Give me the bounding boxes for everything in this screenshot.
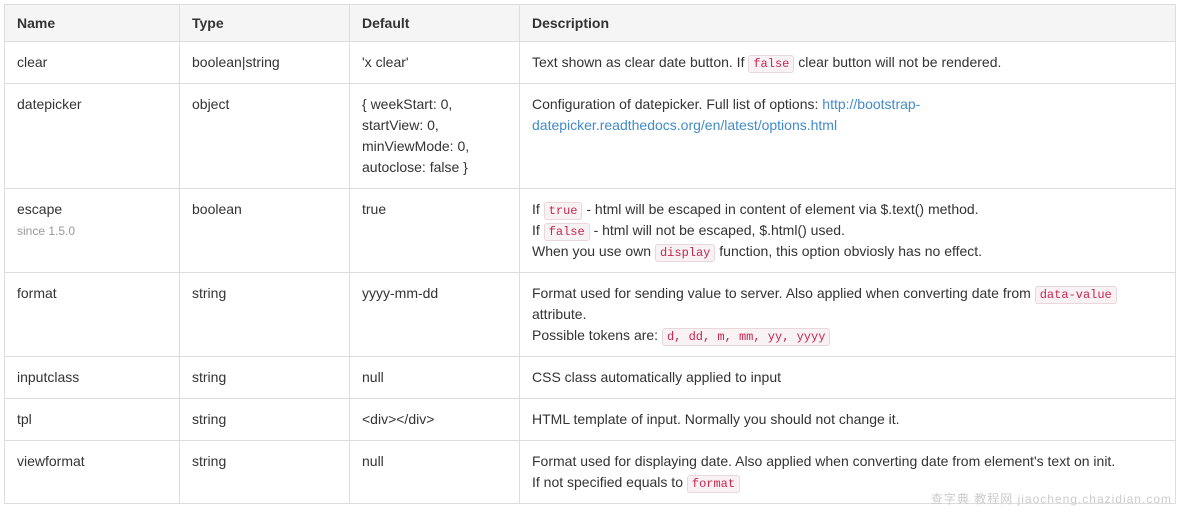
desc-text: function, this option obviosly has no ef… [715, 243, 982, 259]
col-header-name: Name [5, 5, 180, 42]
cell-type: object [180, 84, 350, 189]
option-name: clear [17, 54, 47, 70]
inline-code: false [748, 55, 794, 73]
inline-code: d, dd, m, mm, yy, yyyy [662, 328, 830, 346]
option-name: format [17, 285, 57, 301]
desc-text: Configuration of datepicker. Full list o… [532, 96, 822, 112]
desc-text: Format used for displaying date. Also ap… [532, 453, 1115, 469]
option-name: viewformat [17, 453, 85, 469]
desc-text: Format used for sending value to server.… [532, 285, 1035, 301]
desc-text: HTML template of input. Normally you sho… [532, 411, 900, 427]
cell-default: null [350, 357, 520, 399]
cell-description: Text shown as clear date button. If fals… [520, 42, 1176, 84]
option-name: inputclass [17, 369, 79, 385]
option-name: datepicker [17, 96, 82, 112]
option-name: escape [17, 201, 62, 217]
cell-name: escape since 1.5.0 [5, 189, 180, 273]
cell-type: string [180, 441, 350, 504]
cell-description: Format used for sending value to server.… [520, 273, 1176, 357]
desc-text: attribute. [532, 306, 586, 322]
inline-code: true [544, 202, 583, 220]
table-row: datepicker object{ weekStart: 0, startVie… [5, 84, 1176, 189]
table-row: inputclass stringnull CSS class automatica… [5, 357, 1176, 399]
cell-default: <div></div> [350, 399, 520, 441]
cell-name: format [5, 273, 180, 357]
cell-description: Format used for displaying date. Also ap… [520, 441, 1176, 504]
col-header-default: Default [350, 5, 520, 42]
table-row: escapesince 1.5.0booleantrueIf true - ht… [5, 189, 1176, 273]
cell-name: clear [5, 42, 180, 84]
table-header-row: Name Type Default Description [5, 5, 1176, 42]
desc-text: When you use own [532, 243, 655, 259]
cell-description: If true - html will be escaped in conten… [520, 189, 1176, 273]
cell-name: inputclass [5, 357, 180, 399]
desc-text: - html will not be escaped, $.html() use… [590, 222, 845, 238]
col-header-type: Type [180, 5, 350, 42]
cell-name: viewformat [5, 441, 180, 504]
inline-code: false [544, 223, 590, 241]
cell-default: null [350, 441, 520, 504]
table-row: viewformat stringnull Format used for disp… [5, 441, 1176, 504]
inline-code: format [687, 475, 740, 493]
cell-default: { weekStart: 0, startView: 0, minViewMod… [350, 84, 520, 189]
desc-text: Possible tokens are: [532, 327, 662, 343]
cell-type: boolean|string [180, 42, 350, 84]
option-name: tpl [17, 411, 32, 427]
cell-default: yyyy-mm-dd [350, 273, 520, 357]
cell-default: true [350, 189, 520, 273]
since-label: since 1.5.0 [17, 222, 167, 240]
cell-type: string [180, 273, 350, 357]
inline-code: display [655, 244, 715, 262]
table-row: clearboolean|string'x clear'Text shown a… [5, 42, 1176, 84]
cell-name: tpl [5, 399, 180, 441]
cell-description: CSS class automatically applied to input [520, 357, 1176, 399]
cell-type: string [180, 357, 350, 399]
desc-text: clear button will not be rendered. [794, 54, 1001, 70]
desc-text: If [532, 201, 544, 217]
cell-type: boolean [180, 189, 350, 273]
cell-default: 'x clear' [350, 42, 520, 84]
cell-name: datepicker [5, 84, 180, 189]
options-table: Name Type Default Description clear boole… [4, 4, 1176, 504]
desc-text: Text shown as clear date button. If [532, 54, 748, 70]
desc-text: If not specified equals to [532, 474, 687, 490]
table-row: tpl string<div></div> HTML template of inp… [5, 399, 1176, 441]
col-header-description: Description [520, 5, 1176, 42]
cell-type: string [180, 399, 350, 441]
cell-description: Configuration of datepicker. Full list o… [520, 84, 1176, 189]
table-row: format stringyyyy-mm-dd Format used for se… [5, 273, 1176, 357]
cell-description: HTML template of input. Normally you sho… [520, 399, 1176, 441]
inline-code: data-value [1035, 286, 1117, 304]
desc-text: - html will be escaped in content of ele… [582, 201, 978, 217]
desc-text: If [532, 222, 544, 238]
desc-text: CSS class automatically applied to input [532, 369, 781, 385]
